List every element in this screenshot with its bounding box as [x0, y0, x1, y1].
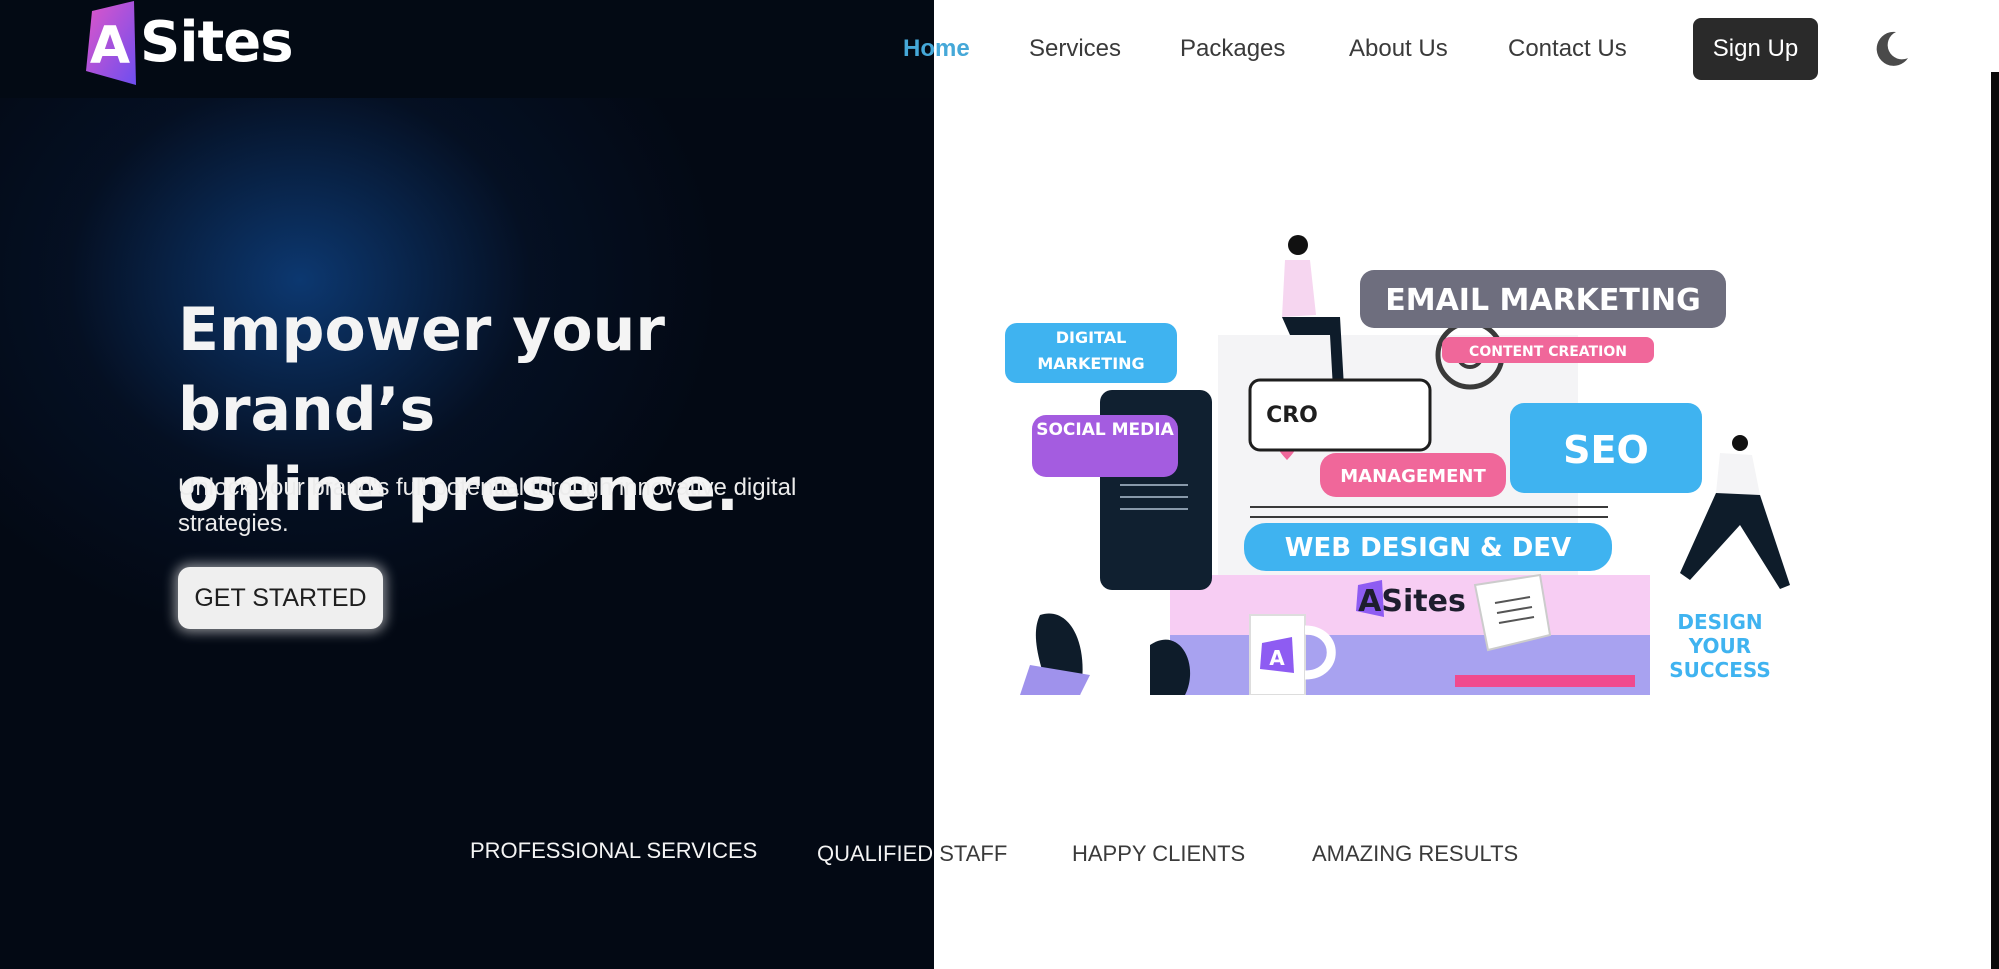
hero-subtitle: Unlock your brand's full potential throu…	[178, 474, 797, 537]
nav-services[interactable]: Services	[1029, 28, 1121, 70]
illustration-brand: ASites	[1358, 584, 1466, 619]
logo-mark-icon: A	[82, 1, 138, 85]
tag-seo: SEO	[1563, 428, 1649, 472]
moon-icon[interactable]	[1870, 28, 1912, 70]
tag-digital-marketing: DIGITAL MARKETING	[1037, 328, 1145, 373]
tag-web-design: WEB DESIGN & DEV	[1285, 533, 1571, 563]
get-started-button[interactable]: GET STARTED	[178, 567, 383, 629]
services-illustration: A EMAIL MARKETING DIGITAL MARKETING CONT…	[1000, 225, 1820, 696]
logo-letter: A	[90, 16, 130, 76]
brand-logo[interactable]: A Sites	[82, 0, 294, 86]
hero-title-line-1: Empower your brand’s	[178, 295, 665, 445]
nav-about-us[interactable]: About Us	[1349, 28, 1448, 70]
brand-name: Sites	[140, 10, 294, 75]
tag-cro: CRO	[1266, 403, 1318, 428]
mug-letter: A	[1269, 646, 1285, 670]
sign-up-button[interactable]: Sign Up	[1693, 18, 1818, 80]
tag-design-your-success: DESIGN YOUR SUCCESS	[1669, 610, 1771, 682]
stat-amazing-results: AMAZING RESULTS	[1312, 841, 1519, 866]
stat-qualified-staff: QUALIFIED STAFF	[817, 841, 1007, 867]
nav-packages[interactable]: Packages	[1180, 28, 1285, 70]
tag-content-creation: CONTENT CREATION	[1469, 344, 1627, 360]
window-edge	[1991, 0, 1999, 969]
nav-home[interactable]: Home	[903, 28, 970, 70]
stat-professional-services: PROFESSIONAL SERVICES	[470, 838, 758, 863]
tag-social-media: SOCIAL MEDIA	[1036, 420, 1174, 440]
stat-happy-clients: HAPPY CLIENTS	[1072, 841, 1246, 866]
window-edge-top	[1991, 0, 1999, 72]
tag-management: MANAGEMENT	[1340, 466, 1486, 487]
book	[1455, 675, 1635, 687]
tag-email-marketing: EMAIL MARKETING	[1385, 283, 1701, 318]
nav-contact-us[interactable]: Contact Us	[1508, 28, 1627, 70]
stat-qualified-staff-label: QUALIFIED STAFF	[817, 841, 1008, 866]
